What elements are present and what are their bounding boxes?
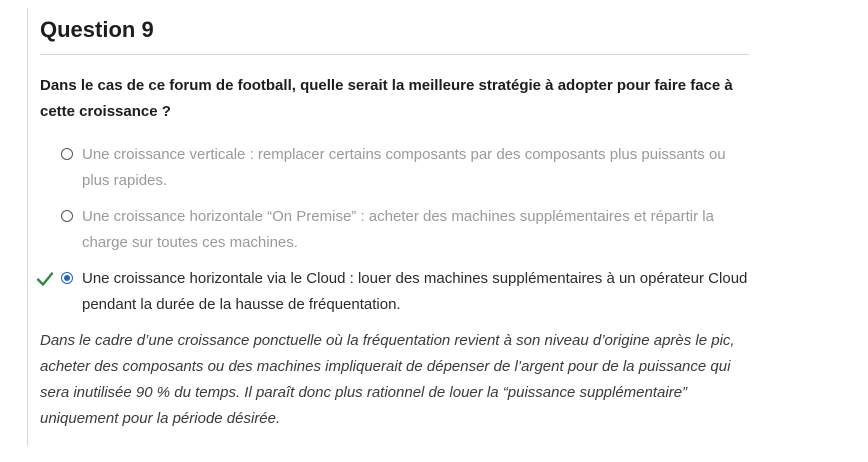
question-prompt: Dans le cas de ce forum de football, que… bbox=[40, 77, 733, 120]
answer-option-label: Une croissance horizontale via le Cloud … bbox=[82, 270, 748, 313]
radio-button-selected-icon[interactable] bbox=[61, 272, 73, 284]
divider bbox=[40, 54, 749, 55]
left-border bbox=[27, 8, 28, 446]
radio-button-icon[interactable] bbox=[61, 148, 73, 160]
answer-option-label: Une croissance verticale : remplacer cer… bbox=[82, 146, 726, 189]
checkmark-icon bbox=[36, 272, 54, 286]
radio-button-icon[interactable] bbox=[61, 210, 73, 222]
answer-option-1[interactable]: Une croissance verticale : remplacer cer… bbox=[40, 142, 750, 194]
answer-explanation: Dans le cadre d’une croissance ponctuell… bbox=[40, 332, 735, 427]
answer-option-2[interactable]: Une croissance horizontale “On Premise” … bbox=[40, 204, 750, 256]
question-title: Question 9 bbox=[40, 17, 154, 42]
answer-option-3[interactable]: Une croissance horizontale via le Cloud … bbox=[36, 266, 750, 318]
answer-options: Une croissance verticale : remplacer cer… bbox=[36, 142, 750, 318]
question-card: Question 9 Dans le cas de ce forum de fo… bbox=[36, 8, 750, 432]
answer-option-label: Une croissance horizontale “On Premise” … bbox=[82, 208, 714, 251]
